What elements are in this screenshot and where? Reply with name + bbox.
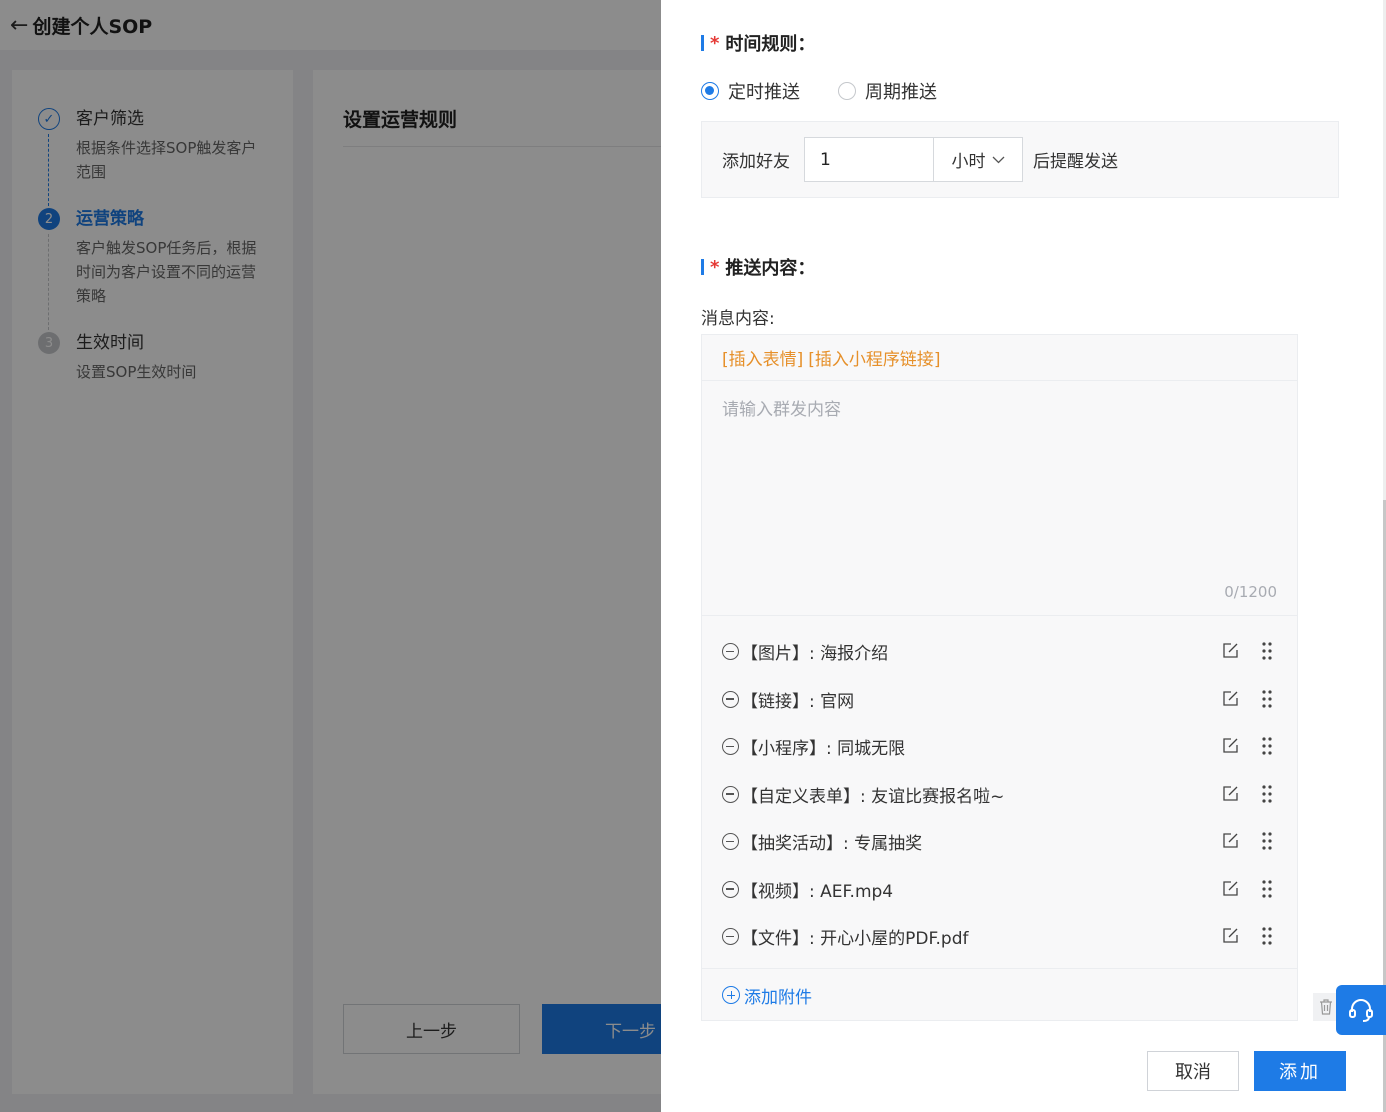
drag-handle-icon[interactable] — [1262, 879, 1272, 899]
radio-unchecked-icon — [838, 82, 856, 100]
chevron-down-icon — [992, 156, 1004, 163]
remove-circle-icon[interactable] — [722, 643, 739, 661]
attachment-label: 【视频】: AEF.mp4 — [741, 881, 894, 902]
push-type-radio-group: 定时推送 周期推送 — [701, 78, 975, 104]
message-textarea[interactable]: 请输入群发内容 0/1200 — [702, 381, 1297, 616]
remove-circle-icon[interactable] — [722, 880, 739, 898]
attachment-item: 【自定义表单】: 友谊比赛报名啦~ — [702, 771, 1297, 819]
remove-circle-icon[interactable] — [722, 833, 739, 851]
time-rule-box: 添加好友 1 小时 后提醒发送 — [701, 121, 1339, 198]
attachment-label: 【自定义表单】: 友谊比赛报名啦~ — [741, 786, 1005, 807]
message-editor: [插入表情] [插入小程序链接] 请输入群发内容 0/1200 【图片】: 海报… — [701, 334, 1298, 1021]
attachment-label: 【小程序】: 同城无限 — [741, 739, 906, 760]
radio-checked-icon — [701, 82, 719, 100]
radio-label: 定时推送 — [728, 82, 800, 103]
add-button[interactable]: 添加 — [1254, 1051, 1346, 1091]
edit-icon[interactable] — [1222, 737, 1239, 754]
time-rule-title: 时间规则： — [725, 34, 816, 55]
drag-handle-icon[interactable] — [1262, 926, 1272, 946]
heading-accent-bar — [701, 35, 704, 51]
edit-icon[interactable] — [1222, 690, 1239, 707]
textarea-placeholder: 请输入群发内容 — [722, 400, 841, 420]
drag-handle-icon[interactable] — [1262, 784, 1272, 804]
attachment-label: 【图片】: 海报介绍 — [741, 644, 889, 665]
attachment-list: 【图片】: 海报介绍 【链接】: 官网 【小程序】: 同城无限 【自定义表单】:… — [702, 616, 1297, 969]
time-rule-heading: * 时间规则： — [701, 30, 815, 56]
radio-periodic-push[interactable]: 周期推送 — [838, 78, 937, 104]
drag-handle-icon[interactable] — [1262, 831, 1272, 851]
attachment-label: 【链接】: 官网 — [741, 691, 855, 712]
edit-icon[interactable] — [1222, 785, 1239, 802]
drawer: * 时间规则： 定时推送 周期推送 添加好友 1 小时 后提醒发送 * 推送内容… — [661, 0, 1386, 1112]
delay-value-input[interactable]: 1 — [804, 137, 934, 182]
rule-suffix: 后提醒发送 — [1033, 152, 1118, 172]
select-value: 小时 — [951, 152, 986, 172]
customer-service-button[interactable] — [1336, 985, 1386, 1035]
push-content-heading: * 推送内容： — [701, 254, 815, 280]
drag-handle-icon[interactable] — [1262, 736, 1272, 756]
cancel-button[interactable]: 取消 — [1147, 1051, 1239, 1091]
insert-emoji-link[interactable]: [插入表情] — [722, 345, 803, 370]
character-counter: 0/1200 — [1224, 583, 1277, 601]
edit-icon[interactable] — [1222, 642, 1239, 659]
attachment-item: 【图片】: 海报介绍 — [702, 628, 1297, 676]
attachment-item: 【链接】: 官网 — [702, 676, 1297, 724]
attachment-item: 【视频】: AEF.mp4 — [702, 866, 1297, 914]
headset-icon — [1349, 999, 1373, 1022]
time-unit-select[interactable]: 小时 — [934, 137, 1023, 182]
required-mark: * — [710, 256, 720, 278]
message-content-label: 消息内容: — [701, 309, 775, 329]
radio-scheduled-push[interactable]: 定时推送 — [701, 78, 800, 104]
attachment-item: 【小程序】: 同城无限 — [702, 723, 1297, 771]
edit-icon[interactable] — [1222, 880, 1239, 897]
attachment-label: 【抽奖活动】: 专属抽奖 — [741, 834, 923, 855]
remove-circle-icon[interactable] — [722, 738, 739, 756]
insert-miniprogram-link[interactable]: [插入小程序链接] — [808, 345, 940, 370]
remove-circle-icon[interactable] — [722, 785, 739, 803]
add-attachment-button[interactable]: 添加附件 — [702, 969, 1297, 1021]
add-attachment-label: 添加附件 — [744, 987, 812, 1008]
remove-circle-icon[interactable] — [722, 928, 739, 946]
push-content-title: 推送内容： — [725, 258, 816, 279]
attachment-label: 【文件】: 开心小屋的PDF.pdf — [741, 929, 969, 950]
drag-handle-icon[interactable] — [1262, 641, 1272, 661]
heading-accent-bar — [701, 259, 704, 275]
drag-handle-icon[interactable] — [1262, 689, 1272, 709]
rule-prefix: 添加好友 — [722, 152, 790, 172]
edit-icon[interactable] — [1222, 927, 1239, 944]
plus-circle-icon — [722, 986, 740, 1004]
radio-label: 周期推送 — [865, 82, 937, 103]
remove-circle-icon[interactable] — [722, 690, 739, 708]
edit-icon[interactable] — [1222, 832, 1239, 849]
attachment-item: 【文件】: 开心小屋的PDF.pdf — [702, 913, 1297, 961]
required-mark: * — [710, 32, 720, 54]
attachment-item: 【抽奖活动】: 专属抽奖 — [702, 818, 1297, 866]
editor-toolbar: [插入表情] [插入小程序链接] — [702, 335, 1297, 381]
